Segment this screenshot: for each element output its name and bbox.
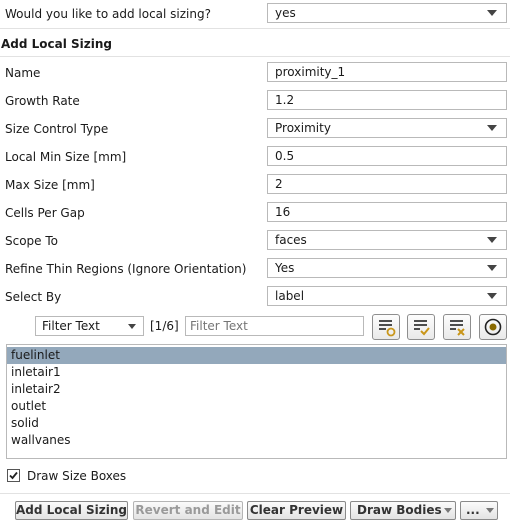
clear-preview-button[interactable]: Clear Preview [247,501,346,520]
draw-bodies-label: Draw Bodies [357,503,442,517]
size-control-type-label: Size Control Type [5,122,109,136]
max-size-label: Max Size [mm] [5,178,95,192]
draw-size-boxes-label: Draw Size Boxes [27,469,127,483]
filter-count: [1/6] [150,319,179,333]
section-title: Add Local Sizing [1,37,113,51]
select-by-label: Select By [5,290,62,304]
scope-to-select[interactable]: faces [267,230,507,250]
chevron-down-icon[interactable] [444,508,452,513]
list-item[interactable]: inletair2 [7,381,506,398]
chevron-down-icon [486,508,494,513]
filter-mode-value: Filter Text [42,319,100,333]
refine-thin-regions-select[interactable]: Yes [267,258,507,278]
list-item[interactable]: solid [7,415,506,432]
add-local-sizing-select[interactable]: yes [267,3,507,23]
cells-per-gap-label: Cells Per Gap [5,206,85,220]
divider [0,28,510,29]
list-item[interactable]: outlet [7,398,506,415]
filter-mode-select[interactable]: Filter Text [35,316,144,336]
local-min-size-label: Local Min Size [mm] [5,150,127,164]
divider [0,56,510,57]
add-local-sizing-question-label: Would you like to add local sizing? [5,7,211,21]
scope-to-label: Scope To [5,234,59,248]
local-min-size-input[interactable]: 0.5 [267,146,507,166]
list-item[interactable]: fuelinlet [7,347,506,364]
select-by-select[interactable]: label [267,286,507,306]
select-all-button[interactable] [372,314,400,340]
clear-list-icon [450,320,465,336]
selection-list[interactable]: fuelinlet inletair1 inletair2 outlet sol… [6,344,507,459]
chevron-down-icon [128,324,136,329]
clear-list-button[interactable] [443,314,471,340]
check-list-icon [414,320,430,336]
add-local-sizing-button[interactable]: Add Local Sizing [15,501,128,520]
filter-text-input[interactable] [185,316,364,336]
size-control-type-select[interactable]: Proximity [267,118,507,138]
cells-per-gap-input[interactable]: 16 [267,202,507,222]
select-all-icon [379,320,396,337]
draw-bodies-button[interactable]: Draw Bodies [350,501,456,520]
more-options-label: ... [466,503,480,517]
target-icon [484,318,502,336]
list-item[interactable]: wallvanes [7,432,506,449]
checkmark-icon [9,471,18,480]
more-options-button[interactable]: ... [460,501,498,520]
list-item[interactable]: inletair1 [7,364,506,381]
name-input[interactable]: proximity_1 [267,62,507,82]
growth-rate-label: Growth Rate [5,94,80,108]
refine-thin-regions-label: Refine Thin Regions (Ignore Orientation) [5,262,247,276]
name-label: Name [5,66,41,80]
check-list-button[interactable] [407,314,435,340]
growth-rate-input[interactable]: 1.2 [267,90,507,110]
target-button[interactable] [479,314,507,340]
divider [0,493,510,494]
draw-size-boxes-checkbox[interactable] [7,469,20,482]
max-size-input[interactable]: 2 [267,174,507,194]
revert-and-edit-button[interactable]: Revert and Edit [133,501,243,520]
